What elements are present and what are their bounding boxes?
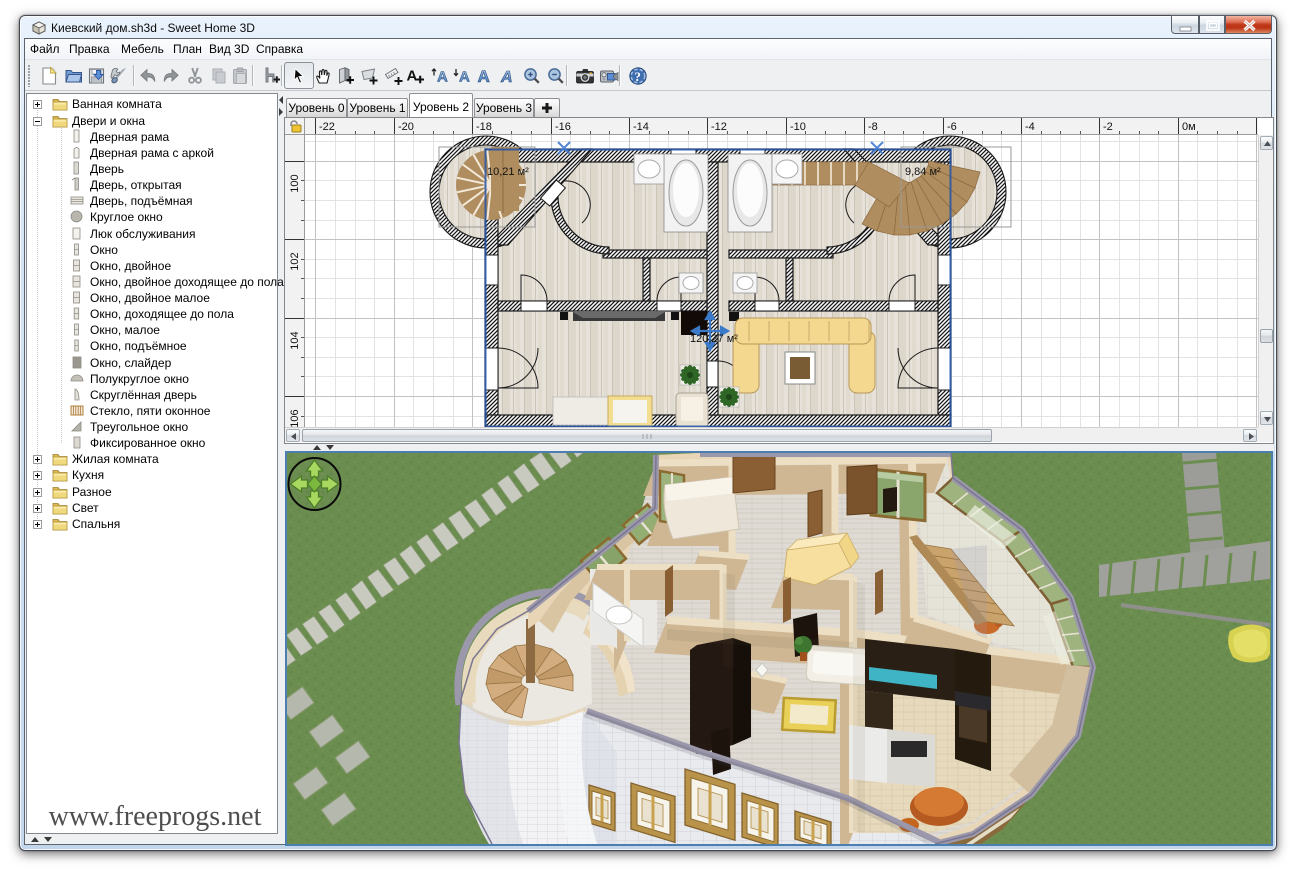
svg-text:A: A <box>437 69 448 86</box>
svg-text:-6: -6 <box>947 121 957 133</box>
svg-text:102: 102 <box>289 252 301 270</box>
svg-text:9,84 м²: 9,84 м² <box>905 166 941 178</box>
svg-text:0м: 0м <box>1182 121 1196 133</box>
svg-text:-20: -20 <box>398 121 414 133</box>
svg-text:-8: -8 <box>868 121 878 133</box>
svg-text:A: A <box>500 69 513 86</box>
svg-text:120,27 м²: 120,27 м² <box>690 333 738 345</box>
svg-text:A: A <box>478 67 490 86</box>
svg-text:-14: -14 <box>633 121 649 133</box>
svg-text:A: A <box>459 69 470 86</box>
svg-text:10,21 м²: 10,21 м² <box>487 166 529 178</box>
svg-text:104: 104 <box>289 331 301 349</box>
svg-text:?: ? <box>634 69 641 84</box>
svg-text:-22: -22 <box>319 121 335 133</box>
svg-text:-4: -4 <box>1025 121 1035 133</box>
svg-text:-18: -18 <box>476 121 492 133</box>
svg-text:-12: -12 <box>711 121 727 133</box>
svg-text:-2: -2 <box>1103 121 1113 133</box>
svg-text:106: 106 <box>289 409 301 427</box>
svg-text:100: 100 <box>289 174 301 192</box>
svg-text:-16: -16 <box>555 121 571 133</box>
svg-text:A: A <box>407 68 418 85</box>
svg-text:-10: -10 <box>790 121 806 133</box>
